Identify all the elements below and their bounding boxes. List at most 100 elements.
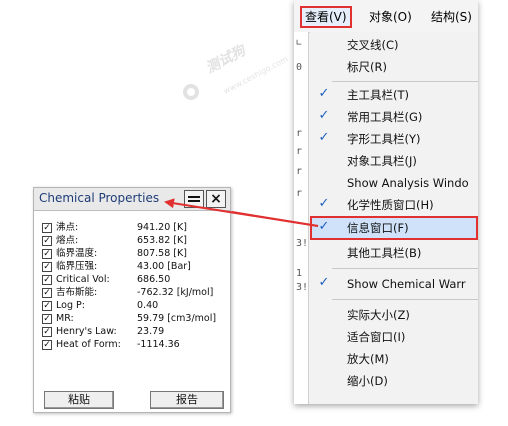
strip-glyph: 3! xyxy=(296,238,309,249)
menu-item-label: 交叉线(C) xyxy=(347,38,399,52)
property-value: -762.32 [kJ/mol] xyxy=(137,287,214,298)
property-value: 807.58 [K] xyxy=(137,248,187,259)
window-title: Chemical Properties xyxy=(39,191,160,205)
watermark-text: 测试狗 xyxy=(203,42,249,77)
strip-glyph: r xyxy=(296,188,303,199)
property-name: 熔点: xyxy=(56,235,79,246)
property-name: 沸点: xyxy=(56,222,79,233)
property-name: MR: xyxy=(56,313,74,324)
menu-item-label: 缩小(D) xyxy=(347,374,388,388)
view-dropdown-menu: 交叉线(C) 标尺(R) ✓ 主工具栏(T) ✓ 常用工具栏(G) ✓ 字形工具… xyxy=(310,32,478,404)
menu-item-label: 常用工具栏(G) xyxy=(347,110,423,124)
property-value: 653.82 [K] xyxy=(137,235,187,246)
checkmark-icon: ✓ xyxy=(318,275,330,290)
canvas-edge-strip: ∟ 0 r r r r 3! 1 3! xyxy=(294,32,309,404)
property-value: -1114.36 xyxy=(137,339,180,350)
checkmark-icon: ✓ xyxy=(318,219,330,234)
property-name: Log P: xyxy=(56,300,85,311)
menu-item-label: 对象工具栏(J) xyxy=(347,154,417,168)
checkmark-icon: ✓ xyxy=(318,196,330,211)
property-value: 59.79 [cm3/mol] xyxy=(137,313,217,324)
menu-item-label: Show Analysis Windo xyxy=(347,176,469,190)
property-checkbox[interactable]: ✓ xyxy=(42,301,52,311)
strip-glyph: r xyxy=(296,128,303,139)
menu-item-label: 字形工具栏(Y) xyxy=(347,132,421,146)
property-name: 临界压强: xyxy=(56,261,98,272)
strip-glyph: 0 xyxy=(296,62,303,73)
property-checkbox[interactable]: ✓ xyxy=(42,236,52,246)
watermark-logo-icon xyxy=(183,84,199,100)
menu-item-label: Show Chemical Warr xyxy=(347,277,466,291)
report-button[interactable]: 报告 xyxy=(150,391,224,409)
menu-item-label: 放大(M) xyxy=(347,352,389,366)
menu-item-zoom-in[interactable]: 放大(M) xyxy=(310,348,478,370)
menu-item-chemical-properties-window[interactable]: ✓ 化学性质窗口(H) xyxy=(310,194,478,216)
property-value: 941.20 [K] xyxy=(137,222,187,233)
watermark-url: www.ceshigo.com xyxy=(222,54,290,96)
menu-item-crosshair[interactable]: 交叉线(C) xyxy=(310,34,478,56)
view-menu-window: 查看(V) 对象(O) 结构(S) ∟ 0 r r r r 3! 1 3! 交叉… xyxy=(294,0,478,404)
watermark: 测试狗 www.ceshigo.com xyxy=(178,43,290,122)
menu-separator xyxy=(332,299,478,300)
paste-button[interactable]: 粘贴 xyxy=(44,391,114,409)
close-icon: × xyxy=(210,191,222,207)
property-checkbox[interactable]: ✓ xyxy=(42,327,52,337)
checkmark-icon: ✓ xyxy=(318,86,330,101)
property-name: Henry's Law: xyxy=(56,326,117,337)
strip-glyph: r xyxy=(296,146,303,157)
chemical-properties-window: Chemical Properties × ✓ 沸点: 941.20 [K] ✓… xyxy=(33,187,231,413)
property-name: Critical Vol: xyxy=(56,274,110,285)
property-value: 23.79 xyxy=(137,326,165,337)
screenshot-canvas: 测试狗 www.ceshigo.com 查看(V) 对象(O) 结构(S) ∟ … xyxy=(0,0,508,426)
menu-item-label: 主工具栏(T) xyxy=(347,88,409,102)
property-name: 吉布斯能: xyxy=(56,287,98,298)
property-checkbox[interactable]: ✓ xyxy=(42,223,52,233)
minimize-icon xyxy=(188,196,200,198)
menubar: 查看(V) 对象(O) 结构(S) xyxy=(294,0,478,33)
menu-item-zoom-out[interactable]: 缩小(D) xyxy=(310,370,478,392)
menu-object[interactable]: 对象(O) xyxy=(366,6,415,28)
menu-item-fit-window[interactable]: 适合窗口(I) xyxy=(310,326,478,348)
menu-item-label: 信息窗口(F) xyxy=(347,221,409,235)
property-checkbox[interactable]: ✓ xyxy=(42,340,52,350)
minimize-button[interactable] xyxy=(184,190,204,208)
menu-item-info-window[interactable]: ✓ 信息窗口(F) xyxy=(310,216,478,240)
property-value: 686.50 xyxy=(137,274,171,285)
strip-glyph: r xyxy=(296,166,303,177)
chemical-properties-titlebar[interactable]: Chemical Properties × xyxy=(34,188,230,211)
property-checkbox[interactable]: ✓ xyxy=(42,288,52,298)
menu-item-ruler[interactable]: 标尺(R) xyxy=(310,56,478,78)
property-value: 43.00 [Bar] xyxy=(137,261,191,272)
menu-item-other-toolbars[interactable]: 其他工具栏(B) xyxy=(310,242,478,264)
menu-item-actual-size[interactable]: 实际大小(Z) xyxy=(310,304,478,326)
menu-item-glyph-toolbar[interactable]: ✓ 字形工具栏(Y) xyxy=(310,128,478,150)
menu-item-label: 化学性质窗口(H) xyxy=(347,198,434,212)
menu-item-main-toolbar[interactable]: ✓ 主工具栏(T) xyxy=(310,84,478,106)
menu-item-label: 其他工具栏(B) xyxy=(347,246,422,260)
property-value: 0.40 xyxy=(137,300,159,311)
menu-item-common-toolbar[interactable]: ✓ 常用工具栏(G) xyxy=(310,106,478,128)
property-checkbox[interactable]: ✓ xyxy=(42,262,52,272)
property-name: Heat of Form: xyxy=(56,339,121,350)
menu-item-show-analysis-window[interactable]: Show Analysis Windo xyxy=(310,172,478,194)
menu-separator xyxy=(332,268,478,269)
minimize-icon xyxy=(188,200,200,202)
strip-glyph: 3! xyxy=(296,282,309,293)
menu-item-show-chemical-warnings[interactable]: ✓ Show Chemical Warr xyxy=(310,273,478,295)
menu-separator xyxy=(332,81,478,82)
menu-view[interactable]: 查看(V) xyxy=(300,6,352,28)
menu-item-label: 标尺(R) xyxy=(347,60,387,74)
strip-glyph: ∟ xyxy=(296,38,303,49)
strip-glyph: 1 xyxy=(296,268,303,279)
menu-item-label: 适合窗口(I) xyxy=(347,330,406,344)
menu-item-object-toolbar[interactable]: 对象工具栏(J) xyxy=(310,150,478,172)
property-checkbox[interactable]: ✓ xyxy=(42,275,52,285)
property-checkbox[interactable]: ✓ xyxy=(42,249,52,259)
menu-structure[interactable]: 结构(S) xyxy=(428,6,475,28)
property-name: 临界温度: xyxy=(56,248,98,259)
menu-item-label: 实际大小(Z) xyxy=(347,308,410,322)
checkmark-icon: ✓ xyxy=(318,130,330,145)
property-checkbox[interactable]: ✓ xyxy=(42,314,52,324)
close-button[interactable]: × xyxy=(206,190,226,208)
checkmark-icon: ✓ xyxy=(318,108,330,123)
